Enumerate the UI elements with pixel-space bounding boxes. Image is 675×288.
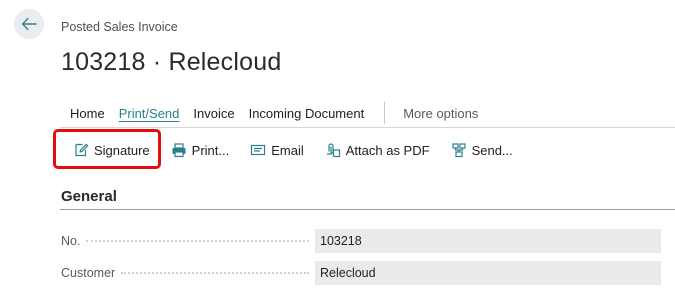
section-title-general[interactable]: General bbox=[61, 188, 117, 205]
attach-as-pdf-label: Attach as PDF bbox=[345, 142, 430, 158]
send-label: Send... bbox=[471, 142, 513, 158]
attach-as-pdf-button[interactable]: Attach as PDF bbox=[325, 142, 430, 158]
section-divider bbox=[60, 209, 675, 210]
more-options-button[interactable]: More options bbox=[403, 106, 478, 121]
tab-print-send[interactable]: Print/Send bbox=[119, 106, 180, 121]
field-row-no: No. 103218 bbox=[61, 229, 667, 253]
send-icon bbox=[451, 143, 466, 158]
no-label-text: No. bbox=[61, 234, 81, 248]
email-label: Email bbox=[271, 142, 304, 158]
email-icon bbox=[251, 144, 266, 156]
email-button[interactable]: Email bbox=[250, 142, 304, 158]
print-button[interactable]: Print... bbox=[171, 142, 230, 158]
back-button[interactable] bbox=[14, 9, 44, 39]
arrow-left-icon bbox=[21, 17, 37, 31]
field-label-no: No. bbox=[61, 234, 315, 248]
customer-label-text: Customer bbox=[61, 266, 116, 280]
leader-dots bbox=[86, 240, 309, 242]
tab-invoice[interactable]: Invoice bbox=[193, 106, 234, 121]
tab-home[interactable]: Home bbox=[70, 106, 105, 121]
signature-label: Signature bbox=[94, 142, 150, 158]
customer-field[interactable]: Relecloud bbox=[315, 261, 661, 285]
action-tabs: Home Print/Send Invoice Incoming Documen… bbox=[70, 102, 492, 124]
page-title: 103218 · Relecloud bbox=[61, 48, 282, 76]
signature-button[interactable]: Signature bbox=[73, 142, 150, 158]
send-button[interactable]: Send... bbox=[451, 142, 513, 158]
tab-divider bbox=[384, 102, 386, 124]
tabs-divider bbox=[60, 127, 675, 128]
print-label: Print... bbox=[191, 142, 230, 158]
printer-icon bbox=[172, 143, 186, 158]
field-label-customer: Customer bbox=[61, 266, 315, 280]
page-caption: Posted Sales Invoice bbox=[61, 20, 178, 34]
tab-incoming-document[interactable]: Incoming Document bbox=[249, 106, 365, 121]
signature-icon bbox=[75, 143, 89, 157]
leader-dots bbox=[121, 272, 309, 274]
field-row-customer: Customer Relecloud bbox=[61, 261, 667, 285]
attach-pdf-icon bbox=[326, 143, 340, 158]
no-field[interactable]: 103218 bbox=[315, 229, 661, 253]
action-bar: Signature Print... Email Attach as PDF S… bbox=[60, 137, 534, 163]
